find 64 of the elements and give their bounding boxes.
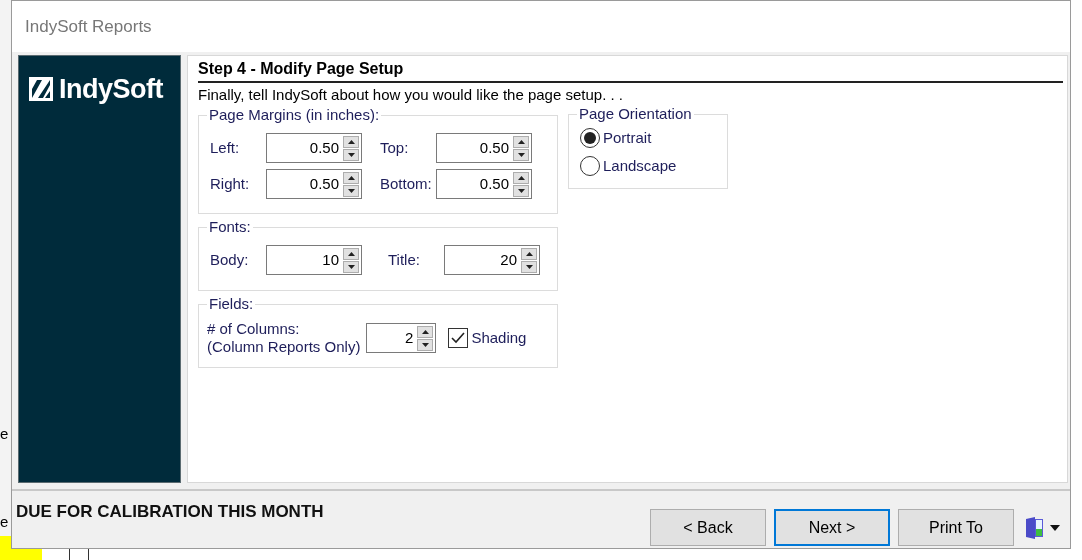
number-spinner[interactable]: 0.50: [266, 133, 362, 163]
intro-text: Finally, tell IndySoft about how you would like the page setup. . .: [198, 85, 624, 105]
radio-button[interactable]: [580, 155, 600, 176]
check-icon: [451, 332, 466, 344]
radio-label: Landscape: [603, 155, 677, 176]
number-spinner[interactable]: 10: [266, 245, 362, 275]
exit-menu-button[interactable]: [1026, 516, 1060, 539]
field-label: Top:: [380, 137, 410, 158]
spin-up-button[interactable]: [513, 171, 529, 184]
down-arrow-icon: [525, 264, 533, 269]
number-spinner[interactable]: 20: [444, 245, 540, 275]
wizard-button[interactable]: Print To: [898, 509, 1014, 546]
down-arrow-icon: [347, 188, 355, 193]
logo-text: IndySoft: [59, 73, 163, 105]
down-arrow-icon: [347, 152, 355, 157]
number-spinner[interactable]: 2: [366, 323, 437, 353]
down-arrow-icon: [347, 264, 355, 269]
up-arrow-icon: [517, 139, 525, 144]
up-arrow-icon: [347, 251, 355, 256]
door-icon: [1026, 516, 1044, 539]
field-label: Right:: [210, 173, 251, 194]
down-arrow-icon: [421, 342, 429, 347]
background-text: e: [0, 424, 10, 444]
window-title: IndySoft Reports: [25, 15, 152, 38]
up-arrow-icon: [347, 139, 355, 144]
spin-down-button[interactable]: [343, 260, 359, 273]
down-arrow-icon: [517, 152, 525, 157]
step-title: Step 4 - Modify Page Setup: [198, 59, 1063, 83]
columns-note: (Column Reports Only): [207, 338, 361, 356]
spin-up-button[interactable]: [343, 171, 359, 184]
spin-down-button[interactable]: [521, 260, 537, 273]
shading-checkbox[interactable]: [448, 328, 469, 348]
up-arrow-icon: [517, 175, 525, 180]
background-text: e: [0, 512, 10, 532]
caret-icon: [1050, 524, 1060, 531]
status-text: DUE FOR CALIBRATION THIS MONTH: [16, 501, 325, 523]
radio-button[interactable]: [580, 128, 600, 149]
spin-up-button[interactable]: [513, 135, 529, 148]
number-spinner[interactable]: 0.50: [436, 133, 532, 163]
spin-down-button[interactable]: [343, 148, 359, 161]
radio-label: Portrait: [603, 128, 652, 148]
spin-down-button[interactable]: [513, 148, 529, 161]
columns-label: # of Columns:: [207, 320, 301, 338]
up-arrow-icon: [421, 329, 429, 334]
spin-up-button[interactable]: [521, 247, 537, 260]
field-label: Left:: [210, 137, 241, 158]
down-arrow-icon: [517, 188, 525, 193]
field-label: Body:: [210, 249, 250, 270]
spin-up-button[interactable]: [343, 247, 359, 260]
shading-label: Shading: [471, 327, 527, 348]
logo-icon: [29, 77, 53, 101]
up-arrow-icon: [347, 175, 355, 180]
field-label: Title:: [388, 249, 421, 270]
wizard-button[interactable]: Next >: [774, 509, 890, 546]
spin-up-button[interactable]: [343, 135, 359, 148]
wizard-button[interactable]: < Back: [650, 509, 766, 546]
spin-down-button[interactable]: [343, 184, 359, 197]
number-spinner[interactable]: 0.50: [436, 169, 532, 199]
spin-down-button[interactable]: [417, 338, 434, 351]
spin-down-button[interactable]: [513, 184, 529, 197]
spin-up-button[interactable]: [417, 325, 434, 338]
up-arrow-icon: [525, 251, 533, 256]
field-label: Bottom:: [380, 173, 433, 194]
number-spinner[interactable]: 0.50: [266, 169, 362, 199]
